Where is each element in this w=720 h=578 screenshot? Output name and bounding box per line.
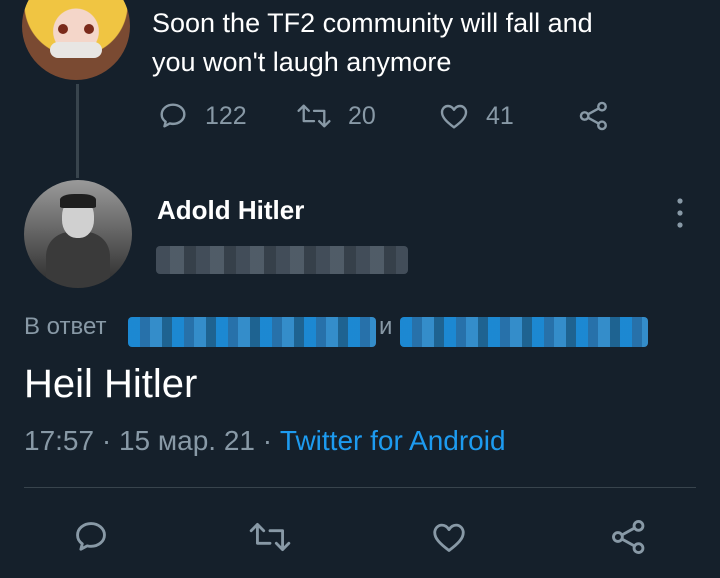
share-button[interactable] <box>610 518 648 556</box>
avatar-bow <box>50 42 102 58</box>
retweet-icon <box>297 104 331 128</box>
divider <box>24 487 696 488</box>
avatar-eye-right <box>84 24 94 34</box>
parent-tweet-text-line2: you won't laugh anymore <box>152 47 452 77</box>
more-vertical-icon[interactable] <box>672 196 688 230</box>
parent-tweet-text: Soon the TF2 community will fall and you… <box>152 4 692 82</box>
parent-share-button[interactable] <box>578 100 610 132</box>
tweet-date: 15 мар. 21 <box>118 425 255 456</box>
parent-retweet-button[interactable]: 20 <box>296 100 376 132</box>
heart-icon <box>440 104 468 129</box>
share-icon <box>579 101 607 131</box>
parent-like-count: 41 <box>486 101 514 130</box>
author-display-name[interactable]: Adold Hitler <box>157 195 304 226</box>
parent-tweet-text-line1: Soon the TF2 community will fall and <box>152 8 593 38</box>
tweet-text: Heil Hitler <box>24 362 198 406</box>
thread-connector-line <box>76 84 79 178</box>
parent-like-button[interactable]: 41 <box>438 100 514 132</box>
tweet-time: 17:57 <box>24 425 95 456</box>
avatar-figure-hair <box>60 194 96 208</box>
reply-context-prefix: В ответ <box>24 313 107 340</box>
reply-icon <box>160 103 186 128</box>
author-handle-redacted <box>156 246 408 274</box>
parent-retweet-count: 20 <box>348 101 376 130</box>
meta-separator: · <box>262 425 273 456</box>
parent-reply-count: 122 <box>205 101 247 130</box>
author-avatar[interactable] <box>24 180 132 288</box>
tweet-source-link[interactable]: Twitter for Android <box>280 425 506 456</box>
tweet-metadata: 17:57 · 15 мар. 21 · Twitter for Android <box>24 425 506 457</box>
reply-context-and: и <box>379 313 393 340</box>
reply-button[interactable] <box>72 518 110 556</box>
avatar-figure-body <box>46 232 110 288</box>
share-icon <box>612 520 645 554</box>
avatar-eye-left <box>58 24 68 34</box>
meta-separator: · <box>101 425 112 456</box>
heart-icon <box>433 523 465 552</box>
parent-author-avatar[interactable] <box>22 0 130 80</box>
like-button[interactable] <box>430 518 468 556</box>
reply-icon <box>76 522 106 551</box>
retweet-icon <box>249 523 291 551</box>
retweet-button[interactable] <box>248 518 292 556</box>
reply-mention-redacted-1[interactable] <box>128 317 376 347</box>
parent-reply-button[interactable]: 122 <box>157 100 247 132</box>
reply-mention-redacted-2[interactable] <box>400 317 648 347</box>
